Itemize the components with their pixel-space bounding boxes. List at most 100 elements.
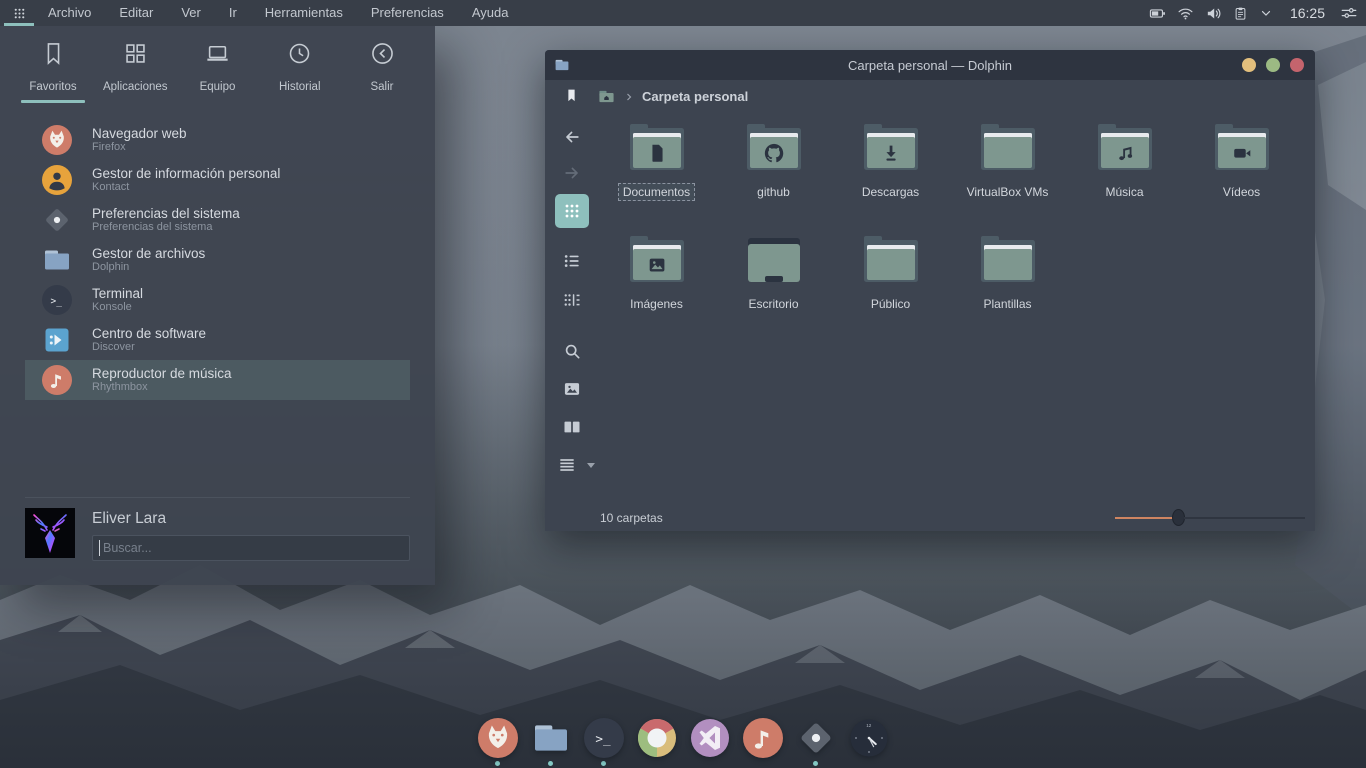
dock-terminal[interactable]: >_ [584,718,624,766]
dock-rhythmbox[interactable] [743,718,783,766]
minimize-button[interactable] [1242,58,1256,72]
chromium-icon [637,718,677,758]
favoritos-icon [40,40,67,72]
launcher-tabs: Favoritos Aplicaciones Equipo Historial … [0,26,435,103]
back-button[interactable] [555,120,589,154]
folder-plantillas[interactable]: Plantillas [949,234,1066,313]
tab-historial[interactable]: Historial [261,40,339,103]
menu-editar[interactable]: Editar [105,0,167,26]
konsole-icon: >_ [42,285,72,315]
home-folder-icon[interactable] [597,88,616,105]
clock-widget-icon: 12 [849,718,889,758]
folder-virtualbox-vms[interactable]: VirtualBox VMs [949,122,1066,201]
view-details-button[interactable] [555,283,589,317]
menu-archivo[interactable]: Archivo [34,0,105,26]
folder-github[interactable]: github [715,122,832,201]
app-item-rhythmbox[interactable]: Reproductor de música Rhythmbox [25,360,410,400]
discover-icon [42,325,72,355]
wifi-icon[interactable] [1177,5,1194,22]
app-item-konsole[interactable]: >_ Terminal Konsole [0,280,435,320]
view-icons-button[interactable] [555,194,589,228]
folder-documentos[interactable]: Documentos [598,122,715,201]
dock-file-manager[interactable] [531,718,571,766]
folder-publico[interactable]: Público [832,234,949,313]
volume-icon[interactable] [1205,5,1222,22]
folder-icon [976,122,1040,174]
search-input[interactable] [92,535,410,561]
menu-items: ArchivoEditarVerIrHerramientasPreferenci… [34,0,522,26]
dock-firefox[interactable] [478,718,518,766]
running-indicator [548,761,553,766]
app-item-discover[interactable]: Centro de software Discover [0,320,435,360]
dolphin-window: Carpeta personal — Dolphin Carpeta perso… [545,50,1315,531]
menu-ver[interactable]: Ver [167,0,215,26]
status-text: 10 carpetas [600,511,663,525]
folder-imagenes[interactable]: Imágenes [598,234,715,313]
dock-chromium[interactable] [637,718,677,766]
chevron-down-icon[interactable] [1259,6,1273,20]
running-indicator [813,761,818,766]
folder-musica[interactable]: Música [1066,122,1183,201]
dock-clock-widget[interactable]: 12 [849,718,889,766]
folder-icon [859,122,923,174]
battery-icon[interactable] [1149,5,1166,22]
zoom-slider[interactable] [1115,508,1305,528]
close-button[interactable] [1290,58,1304,72]
sliders-icon[interactable] [1340,4,1358,22]
app-item-dolphin[interactable]: Gestor de archivos Dolphin [0,240,435,280]
breadcrumb-location[interactable]: Carpeta personal [642,89,748,104]
user-area: Eliver Lara [25,508,410,561]
toolbar-vertical [554,120,590,482]
favorites-list: Navegador web Firefox Gestor de informac… [0,120,435,400]
chevron-down-icon [587,463,595,468]
dock-vscode[interactable] [690,718,730,766]
dock-system-settings[interactable] [796,718,836,766]
avatar [25,508,75,558]
clipboard-icon[interactable] [1233,6,1248,21]
app-launcher-icon[interactable] [4,0,34,26]
desktop: ArchivoEditarVerIrHerramientasPreferenci… [0,0,1366,768]
svg-text:12: 12 [866,723,872,728]
user-name: Eliver Lara [92,510,410,528]
search-button[interactable] [555,334,589,368]
tab-salir[interactable]: Salir [343,40,421,103]
folder-videos[interactable]: Vídeos [1183,122,1300,201]
app-item-firefox[interactable]: Navegador web Firefox [0,120,435,160]
folder-view: Documentos github Descargas VirtualBox V… [598,122,1310,313]
application-launcher-panel: Favoritos Aplicaciones Equipo Historial … [0,26,435,585]
kontact-icon [42,165,72,195]
menu-ir[interactable]: Ir [215,0,251,26]
app-item-preferencias-del-sistema[interactable]: Preferencias del sistema Preferencias de… [0,200,435,240]
folder-icon [1093,122,1157,174]
menu-preferencias[interactable]: Preferencias [357,0,458,26]
preview-button[interactable] [555,372,589,406]
app-item-kontact[interactable]: Gestor de información personal Kontact [0,160,435,200]
view-list-button[interactable] [555,244,589,278]
folder-descargas[interactable]: Descargas [832,122,949,201]
titlebar[interactable]: Carpeta personal — Dolphin [545,50,1315,80]
maximize-button[interactable] [1266,58,1280,72]
tab-aplicaciones[interactable]: Aplicaciones [96,40,174,103]
preferencias-del-sistema-icon [42,205,72,235]
tab-favoritos[interactable]: Favoritos [14,40,92,103]
places-bookmark-icon[interactable] [564,86,579,110]
panel-divider [25,497,410,498]
dolphin-icon [42,245,72,275]
text-caret [99,540,100,556]
forward-button[interactable] [555,156,589,190]
equipo-icon [204,40,231,72]
folder-icon [625,234,689,286]
menu-herramientas[interactable]: Herramientas [251,0,357,26]
window-controls [1242,58,1315,72]
menu-button[interactable] [550,448,595,482]
slider-track-empty [1184,517,1305,519]
terminal-icon: >_ [584,718,624,758]
tab-equipo[interactable]: Equipo [179,40,257,103]
split-button[interactable] [555,410,589,444]
menu-ayuda[interactable]: Ayuda [458,0,523,26]
running-indicator [601,761,606,766]
global-menubar: ArchivoEditarVerIrHerramientasPreferenci… [0,0,1366,26]
folder-icon [742,122,806,174]
file-manager-icon [531,718,571,758]
folder-escritorio[interactable]: Escritorio [715,234,832,313]
